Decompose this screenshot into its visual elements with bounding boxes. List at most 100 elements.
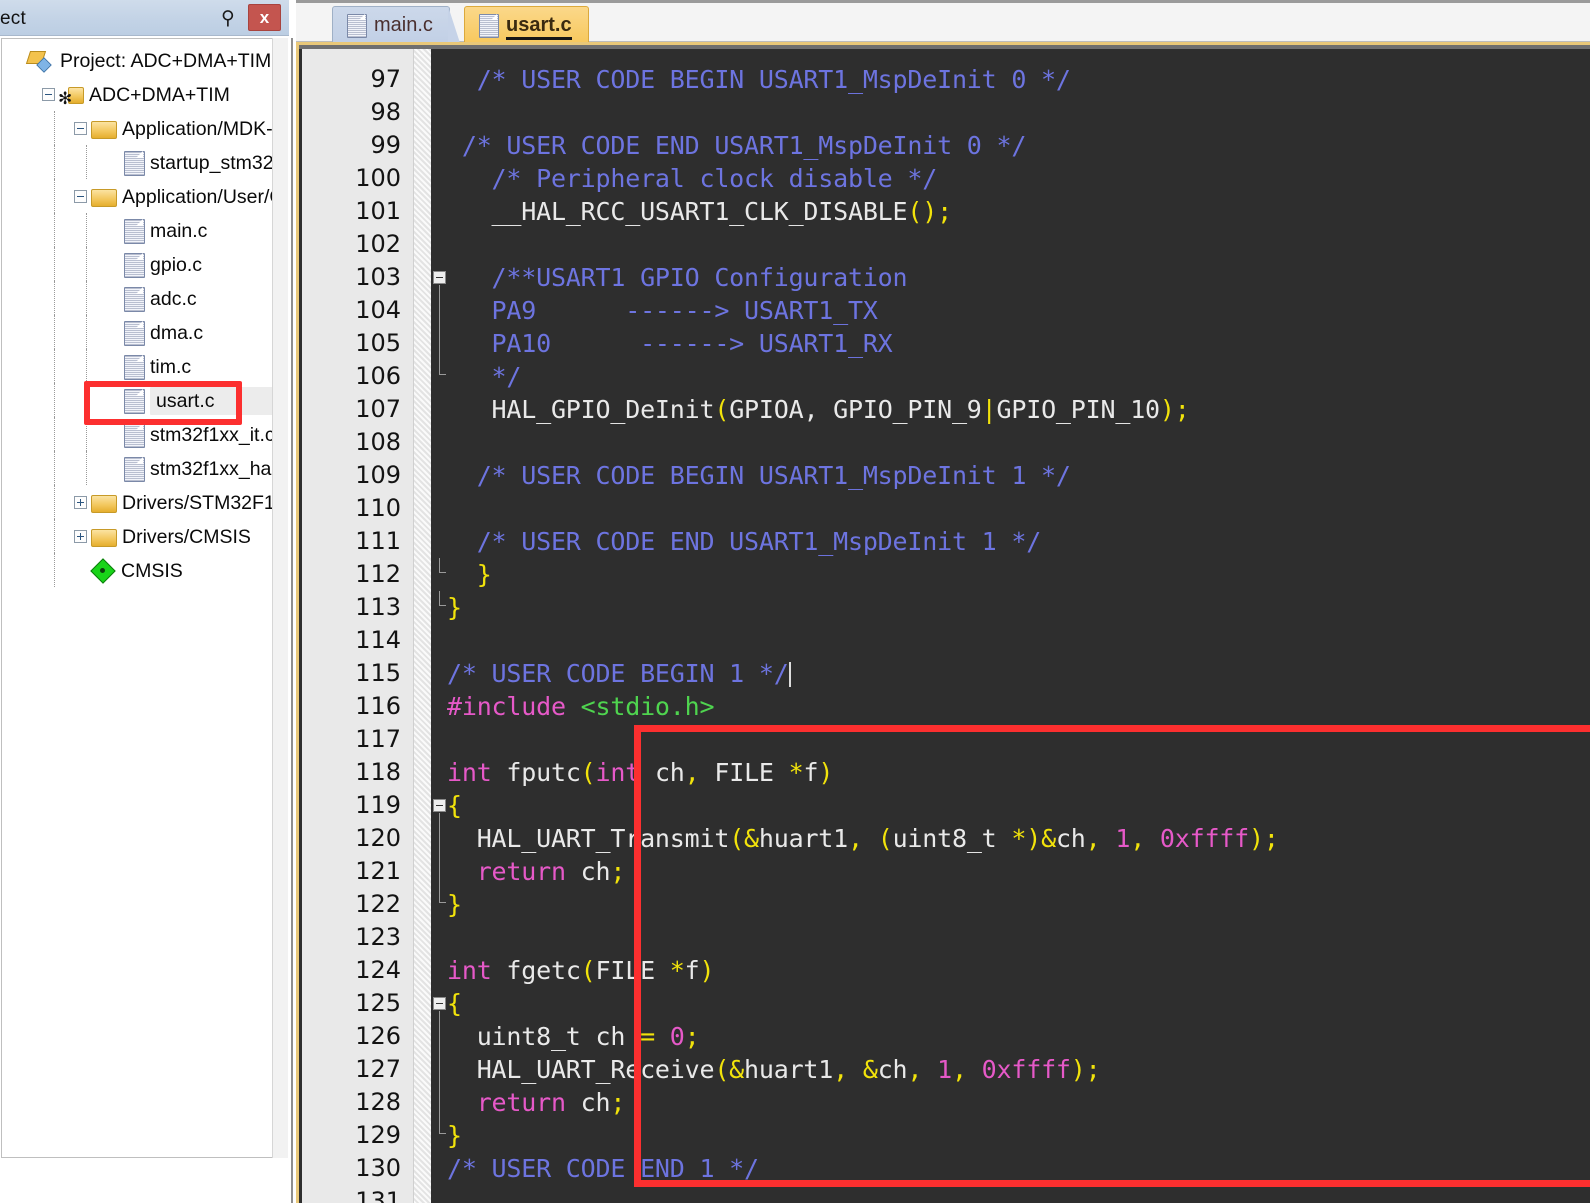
code-line[interactable]: #include <stdio.h>: [447, 690, 1590, 723]
tree-guide-line: [54, 383, 55, 417]
code-line[interactable]: uint8_t ch = 0;: [447, 1020, 1590, 1053]
tree-item-file-usart-c[interactable]: usart.c: [2, 383, 282, 417]
fold-end-marker: [439, 572, 446, 573]
code-token: *)&: [1011, 824, 1056, 853]
tree-item-group-application-mdk[interactable]: Application/MDK-A: [2, 111, 282, 145]
code-line[interactable]: /* USER CODE END USART1_MspDeInit 1 */: [447, 525, 1590, 558]
code-line[interactable]: int fputc(int ch, FILE *f): [447, 756, 1590, 789]
tree-item-label-wrap: stm32f1xx_hal_r: [150, 458, 282, 480]
code-line[interactable]: /**USART1 GPIO Configuration: [447, 261, 1590, 294]
collapse-icon[interactable]: [42, 88, 55, 102]
code-line[interactable]: /* USER CODE END 1 */: [447, 1152, 1590, 1185]
tree-item-file-tim-c[interactable]: tim.c: [2, 349, 282, 383]
collapse-icon[interactable]: [74, 122, 87, 136]
tree-item-group-drivers-cmsis[interactable]: Drivers/CMSIS: [2, 519, 282, 553]
code-line[interactable]: HAL_GPIO_DeInit(GPIOA, GPIO_PIN_9|GPIO_P…: [447, 393, 1590, 426]
code-editor: main.c usart.c 97 98 99 100 101 102 103 104 105 1…: [296, 0, 1590, 1203]
code-line[interactable]: }: [447, 558, 1590, 591]
code-line[interactable]: PA10 ------> USART1_RX: [447, 327, 1590, 360]
code-line[interactable]: [447, 723, 1590, 756]
code-line[interactable]: return ch;: [447, 855, 1590, 888]
fold-collapse-icon[interactable]: [433, 271, 446, 284]
line-number: 107: [355, 395, 401, 423]
collapse-icon[interactable]: [74, 190, 87, 204]
tree-item-label: dma.c: [150, 321, 204, 344]
tree-item-label-wrap: gpio.c: [150, 254, 202, 276]
code-line[interactable]: /* USER CODE BEGIN USART1_MspDeInit 1 */: [447, 459, 1590, 492]
code-line[interactable]: {: [447, 789, 1590, 822]
code-line[interactable]: /* USER CODE BEGIN USART1_MspDeInit 0 */: [447, 63, 1590, 96]
tree-item-label: Application/MDK-A: [122, 117, 282, 140]
code-line[interactable]: */: [447, 360, 1590, 393]
tree-item-group-drivers-stm32f1xx[interactable]: Drivers/STM32F1xx_: [2, 485, 282, 519]
code-line[interactable]: return ch;: [447, 1086, 1590, 1119]
code-line[interactable]: {: [447, 987, 1590, 1020]
code-token: ,: [1085, 824, 1116, 853]
code-line[interactable]: [447, 492, 1590, 525]
tab-usart-c[interactable]: usart.c: [464, 6, 589, 42]
project-tree[interactable]: Project: ADC+DMA+TIM ADC+DMA+TIM Applicati…: [1, 38, 282, 1158]
tree-item-file-stm32f1xx-it-c[interactable]: stm32f1xx_it.c: [2, 417, 282, 451]
code-line[interactable]: [447, 228, 1590, 261]
code-line[interactable]: }: [447, 591, 1590, 624]
tree-item-file-gpio-c[interactable]: gpio.c: [2, 247, 282, 281]
code-token: *: [788, 758, 804, 787]
close-icon[interactable]: x: [248, 4, 281, 31]
code-token: /* USER CODE BEGIN USART1_MspDeInit 0 */: [447, 65, 1071, 94]
code-token: huart1: [758, 824, 848, 853]
code-token: }: [447, 593, 462, 622]
expand-icon[interactable]: [74, 496, 87, 510]
code-line[interactable]: PA9 ------> USART1_TX: [447, 294, 1590, 327]
fold-guide-line: [439, 1086, 440, 1119]
code-token: ,: [1130, 824, 1160, 853]
code-line[interactable]: HAL_UART_Receive(&huart1, &ch, 1, 0xffff…: [447, 1053, 1590, 1086]
code-line[interactable]: /* USER CODE END USART1_MspDeInit 0 */: [447, 129, 1590, 162]
code-line[interactable]: }: [447, 1119, 1590, 1152]
code-token: uint8_t ch: [447, 1022, 641, 1051]
code-line[interactable]: __HAL_RCC_USART1_CLK_DISABLE();: [447, 195, 1590, 228]
code-line[interactable]: [447, 1185, 1590, 1203]
fold-guide-line: [439, 888, 440, 902]
pin-icon[interactable]: ⚲: [217, 7, 239, 29]
code-line[interactable]: }: [447, 888, 1590, 921]
expand-icon[interactable]: [74, 530, 87, 544]
code-token: HAL_GPIO_DeInit: [447, 395, 715, 424]
code-token: ,: [684, 758, 700, 787]
tree-item-label-wrap: Drivers/STM32F1xx_: [122, 492, 282, 514]
tree-guide-line: [86, 247, 87, 281]
tree-item-group-cmsis[interactable]: CMSIS: [2, 553, 282, 587]
fold-guide-line: [439, 822, 440, 855]
file-icon: [124, 219, 145, 245]
tree-guide-line: [86, 451, 87, 485]
code-line[interactable]: /* USER CODE BEGIN 1 */: [447, 657, 1590, 690]
tree-item-file-dma-c[interactable]: dma.c: [2, 315, 282, 349]
code-token: (&: [729, 824, 759, 853]
code-token: GPIO_PIN_10: [996, 395, 1161, 424]
tab-main-c[interactable]: main.c: [332, 6, 460, 43]
code-line[interactable]: [447, 426, 1590, 459]
code-line[interactable]: [447, 96, 1590, 129]
fold-collapse-icon[interactable]: [433, 799, 446, 812]
code-line[interactable]: int fgetc(FILE *f): [447, 954, 1590, 987]
tree-item-file-main-c[interactable]: main.c: [2, 213, 282, 247]
tree-guide-line: [54, 485, 55, 519]
tree-item-file-stm32f1xx-hal-msp[interactable]: stm32f1xx_hal_r: [2, 451, 282, 485]
tree-item-group-application-user[interactable]: Application/User/Cc: [2, 179, 282, 213]
tree-item-file-startup[interactable]: startup_stm32f1: [2, 145, 282, 179]
code-line[interactable]: [447, 624, 1590, 657]
code-line[interactable]: HAL_UART_Transmit(&huart1, (uint8_t *)&c…: [447, 822, 1590, 855]
code-line[interactable]: [447, 921, 1590, 954]
code-folding-margin[interactable]: [431, 49, 447, 1203]
line-number: 128: [355, 1088, 401, 1116]
code-line[interactable]: /* Peripheral clock disable */: [447, 162, 1590, 195]
code-text-area[interactable]: /* USER CODE BEGIN USART1_MspDeInit 0 */…: [447, 49, 1590, 1203]
tree-item-label-wrap: tim.c: [150, 356, 191, 378]
tree-item-project-root[interactable]: Project: ADC+DMA+TIM: [2, 43, 282, 77]
tree-item-file-adc-c[interactable]: adc.c: [2, 281, 282, 315]
tree-item-target-adc-dma-tim[interactable]: ADC+DMA+TIM: [2, 77, 282, 116]
project-panel-scrollbar[interactable]: [272, 38, 288, 1158]
tree-guide-line: [54, 179, 55, 213]
line-number: 100: [355, 164, 401, 192]
fold-collapse-icon[interactable]: [433, 997, 446, 1010]
fold-guide-line: [439, 360, 440, 374]
